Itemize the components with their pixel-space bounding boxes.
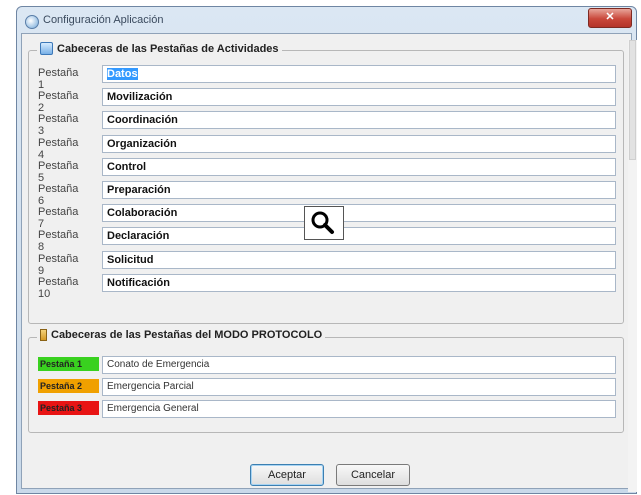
tab-label: Pestaña 8 <box>38 229 79 254</box>
tab-title-input[interactable]: Organización <box>102 134 616 153</box>
tab-title-value: Declaración <box>107 230 170 243</box>
tab-label: Pestaña 7 <box>38 206 79 231</box>
tabs-icon <box>40 42 53 55</box>
magnifier-cursor <box>304 206 344 240</box>
tab-title-input[interactable]: Colaboración <box>102 204 616 223</box>
app-icon <box>25 15 39 29</box>
tab-title-input[interactable]: Preparación <box>102 181 616 199</box>
tab-label: Pestaña 3 <box>38 113 79 138</box>
tab-label: Pestaña 10 <box>38 275 79 300</box>
activity-tabs-legend: Cabeceras de las Pestañas de Actividades <box>37 42 282 55</box>
tab-title-value: Datos <box>107 68 138 80</box>
dialog-body: Cabeceras de las Pestañas de Actividades… <box>21 33 632 489</box>
tab-label: Pestaña 4 <box>38 136 79 161</box>
window-title: Configuración Aplicación <box>43 14 164 26</box>
tab-title-input[interactable]: Movilización <box>102 88 616 107</box>
protocol-tab-badge: Pestaña 3 <box>38 401 99 415</box>
protocol-tab-value: Emergencia General <box>107 403 199 414</box>
accept-button[interactable]: Aceptar <box>250 464 324 486</box>
close-button[interactable]: ✕ <box>588 8 632 28</box>
protocol-tab-value: Emergencia Parcial <box>107 381 194 392</box>
cancel-button[interactable]: Cancelar <box>336 464 410 486</box>
tab-label: Pestaña 9 <box>38 252 79 277</box>
magnifier-icon <box>311 211 334 234</box>
tab-label: Pestaña 6 <box>38 183 79 207</box>
tab-title-input[interactable]: Declaración <box>102 227 616 246</box>
protocol-tabs-legend: Cabeceras de las Pestañas del MODO PROTO… <box>37 329 326 341</box>
protocol-icon <box>40 329 47 341</box>
tab-title-value: Preparación <box>107 184 171 196</box>
activity-tabs-group: Cabeceras de las Pestañas de Actividades… <box>28 42 624 324</box>
activity-tabs-legend-text: Cabeceras de las Pestañas de Actividades <box>57 42 279 55</box>
tab-title-input[interactable]: Coordinación <box>102 111 616 130</box>
tab-title-value: Notificación <box>107 276 170 289</box>
title-bar[interactable]: Configuración Aplicación ✕ <box>17 7 636 33</box>
tab-title-value: Organización <box>107 137 177 150</box>
dialog-window: Configuración Aplicación ✕ Cabeceras de … <box>16 6 637 494</box>
tab-title-value: Solicitud <box>107 253 154 266</box>
tab-title-value: Control <box>107 160 147 173</box>
protocol-tab-value: Conato de Emergencia <box>107 359 210 370</box>
protocol-tab-badge: Pestaña 1 <box>38 357 99 371</box>
tab-label: Pestaña 1 <box>38 67 79 91</box>
tab-label: Pestaña 2 <box>38 90 79 115</box>
tab-title-input[interactable]: Control <box>102 157 616 176</box>
tab-title-input[interactable]: Notificación <box>102 273 616 292</box>
tab-title-value: Movilización <box>107 91 173 104</box>
tab-title-value: Coordinación <box>107 114 178 127</box>
protocol-tab-input[interactable]: Conato de Emergencia <box>102 356 616 374</box>
protocol-tab-input[interactable]: Emergencia General <box>102 400 616 418</box>
tab-title-value: Colaboración <box>107 207 178 220</box>
protocol-tabs-legend-text: Cabeceras de las Pestañas del MODO PROTO… <box>51 329 323 341</box>
tab-label: Pestaña 5 <box>38 159 79 184</box>
protocol-tab-badge: Pestaña 2 <box>38 379 99 393</box>
protocol-tabs-group: Cabeceras de las Pestañas del MODO PROTO… <box>28 329 624 433</box>
tab-title-input[interactable]: Datos <box>102 65 616 83</box>
scrollbar-thumb[interactable] <box>629 40 636 160</box>
protocol-tab-input[interactable]: Emergencia Parcial <box>102 378 616 396</box>
tab-title-input[interactable]: Solicitud <box>102 250 616 269</box>
